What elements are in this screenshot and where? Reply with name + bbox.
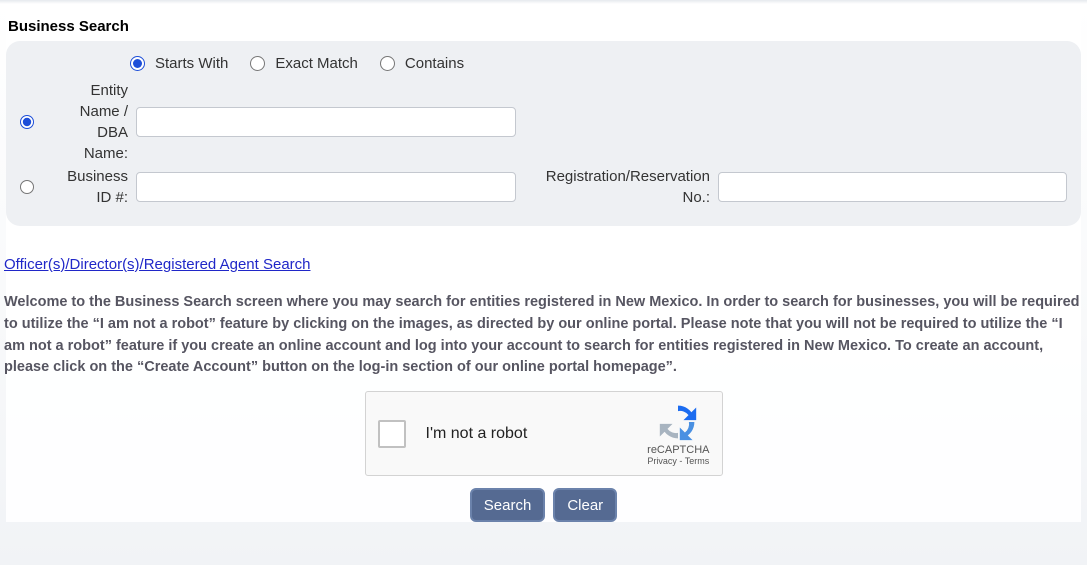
officer-search-link-row: Officer(s)/Director(s)/Registered Agent … xyxy=(4,256,1081,274)
match-exact-label[interactable]: Exact Match xyxy=(250,55,358,72)
reg-number-input[interactable] xyxy=(718,172,1067,202)
match-starts-with-radio[interactable] xyxy=(130,56,145,71)
entity-row: Entity Name / DBA Name: xyxy=(20,80,1067,164)
match-exact-text: Exact Match xyxy=(275,55,358,72)
clear-button[interactable]: Clear xyxy=(553,488,617,522)
business-search-panel: Business Search Starts With Exact Match … xyxy=(6,6,1081,522)
recaptcha-checkbox[interactable] xyxy=(378,420,406,448)
welcome-text: Welcome to the Business Search screen wh… xyxy=(4,292,1083,379)
entity-row-radio[interactable] xyxy=(20,115,34,129)
business-id-input[interactable] xyxy=(136,172,516,202)
match-exact-radio[interactable] xyxy=(250,56,265,71)
match-starts-with-label[interactable]: Starts With xyxy=(130,55,228,72)
match-contains-label[interactable]: Contains xyxy=(380,55,464,72)
recaptcha-brand-text: reCAPTCHA xyxy=(647,444,709,456)
search-box: Starts With Exact Match Contains Entity … xyxy=(6,41,1081,226)
recaptcha-branding: reCAPTCHA Privacy - Terms xyxy=(647,402,709,466)
recaptcha-label: I'm not a robot xyxy=(426,425,648,443)
recaptcha-widget: I'm not a robot reCAPTCHA Privacy - Term… xyxy=(365,391,723,476)
match-type-row: Starts With Exact Match Contains xyxy=(130,55,1067,72)
reg-label: Registration/Reservation No.: xyxy=(530,166,710,208)
business-id-row: Business ID #: Registration/Reservation … xyxy=(20,166,1067,208)
entity-label: Entity Name / DBA Name: xyxy=(58,80,128,164)
panel-title: Business Search xyxy=(6,6,1081,41)
recaptcha-privacy-terms[interactable]: Privacy - Terms xyxy=(647,456,709,466)
business-id-label: Business ID #: xyxy=(58,166,128,208)
match-starts-with-text: Starts With xyxy=(155,55,228,72)
entity-name-input[interactable] xyxy=(136,107,516,137)
officer-search-link[interactable]: Officer(s)/Director(s)/Registered Agent … xyxy=(4,256,311,273)
recaptcha-icon xyxy=(658,402,698,442)
match-contains-text: Contains xyxy=(405,55,464,72)
search-button[interactable]: Search xyxy=(470,488,546,522)
match-contains-radio[interactable] xyxy=(380,56,395,71)
business-id-row-radio[interactable] xyxy=(20,180,34,194)
button-row: Search Clear xyxy=(6,488,1081,522)
